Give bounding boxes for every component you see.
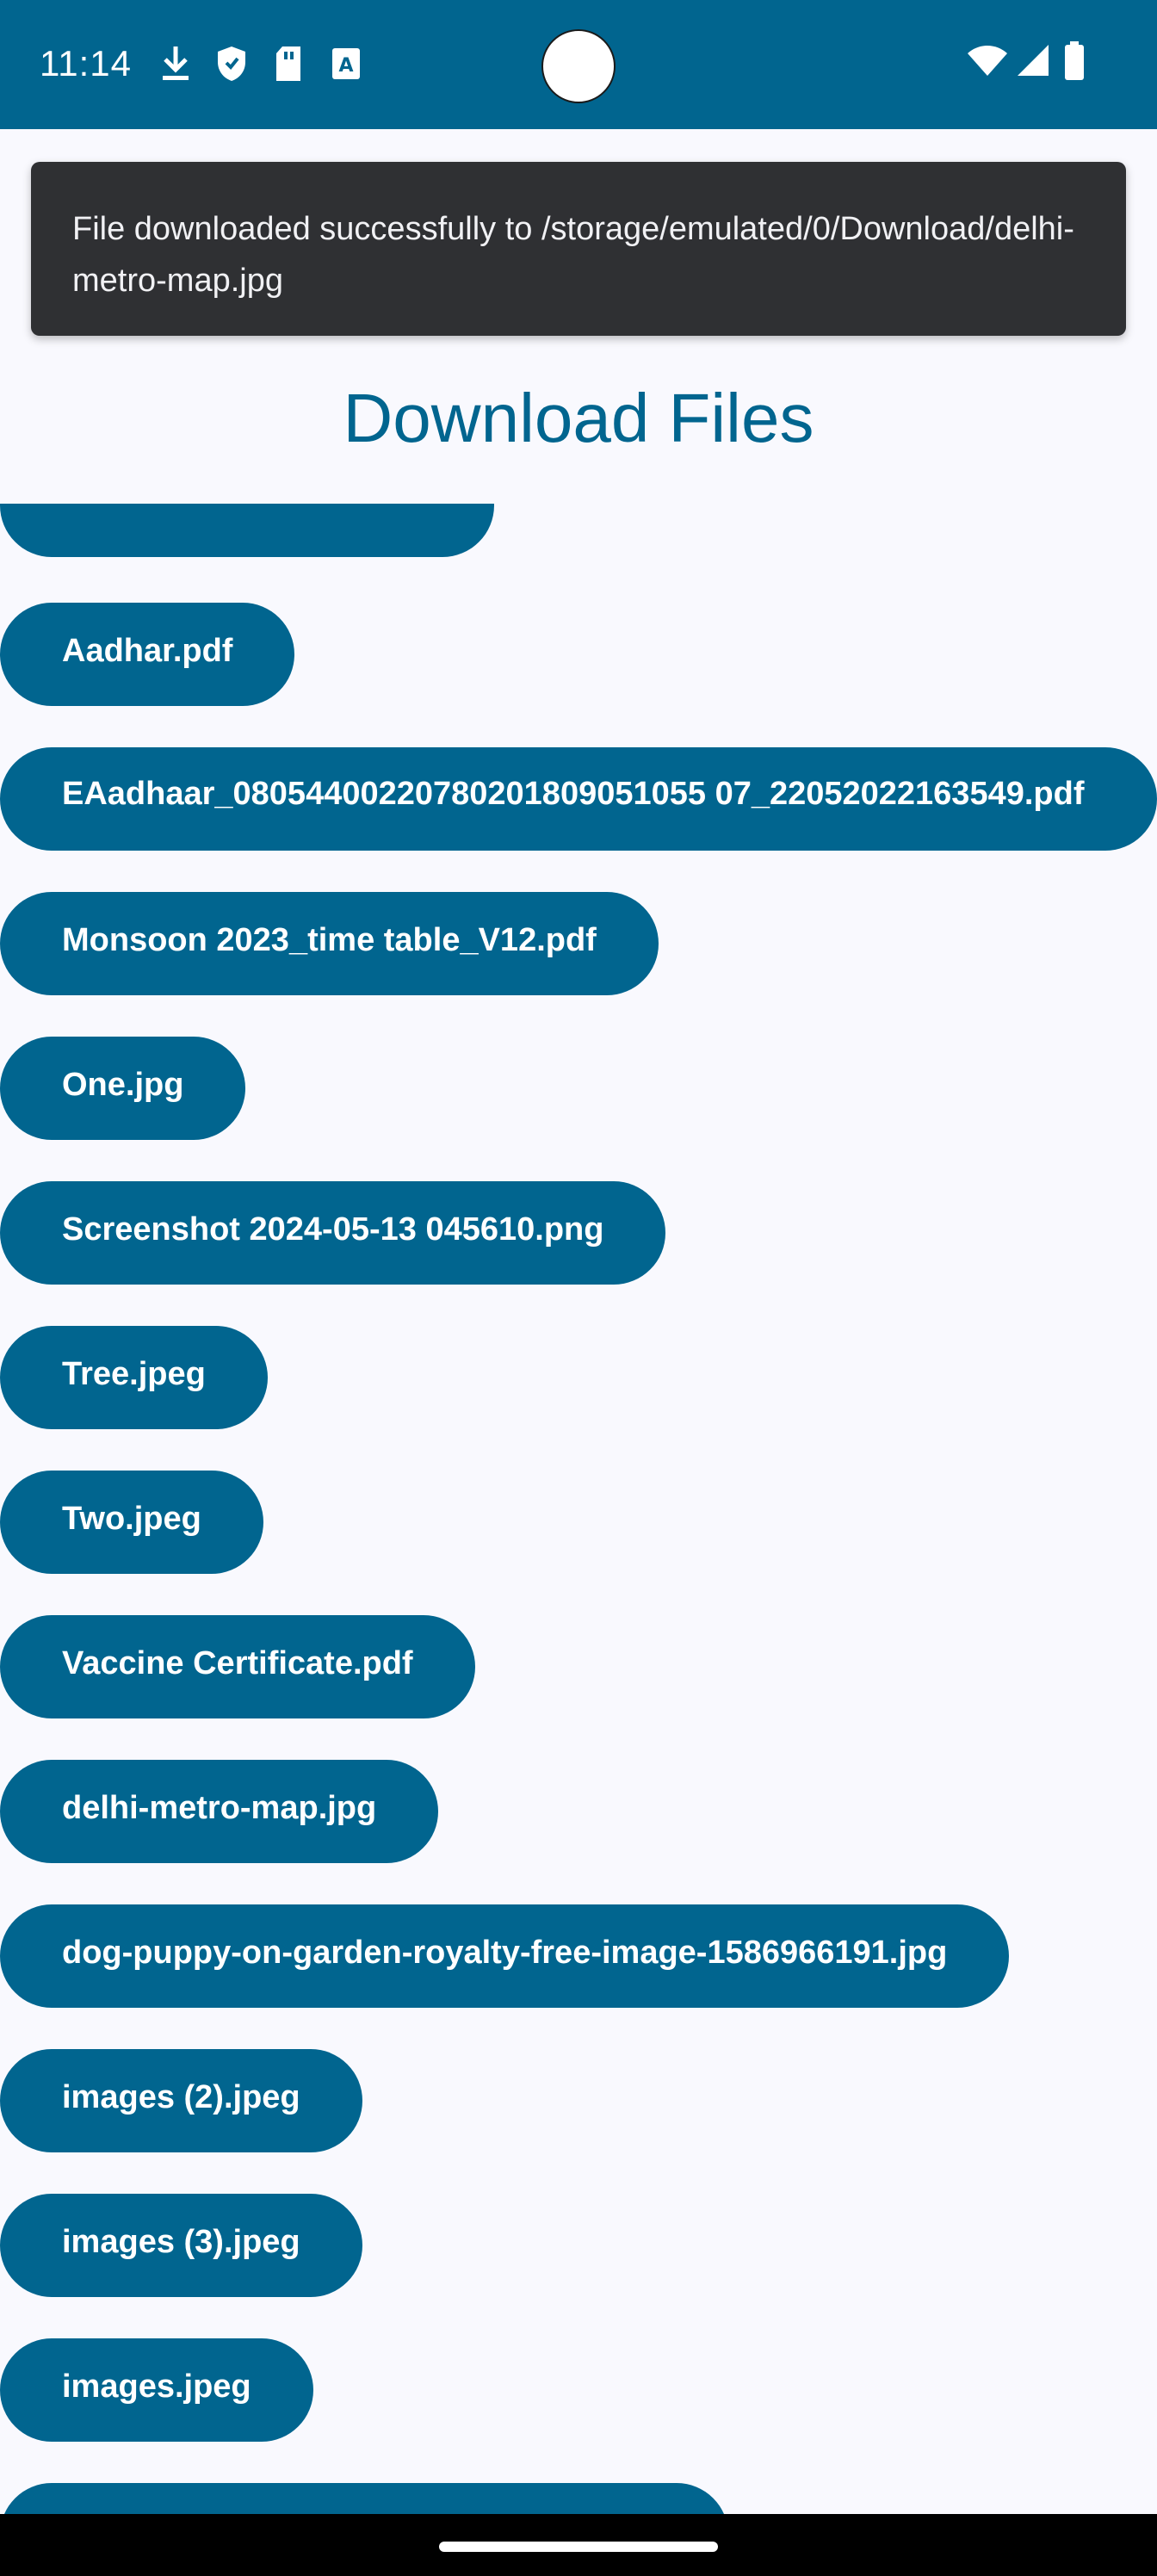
wifi-icon (968, 46, 1007, 76)
file-button[interactable]: Monsoon 2023_time table_V12.pdf (0, 892, 659, 995)
toast-message: File downloaded successfully to /storage… (72, 211, 1074, 299)
file-button[interactable]: dog-puppy-on-garden-royalty-free-image-1… (0, 1904, 1010, 2008)
signal-icon (1018, 45, 1049, 76)
home-gesture-handle[interactable] (439, 2542, 718, 2552)
file-button[interactable]: Aadhar.pdf (0, 603, 295, 706)
status-bar: 11:14 A (0, 0, 1157, 129)
status-time: 11:14 (40, 43, 132, 84)
page-title: Download Files (343, 380, 814, 456)
shield-icon (218, 46, 245, 81)
font-a-icon: A (332, 48, 360, 79)
file-list[interactable]: Aadhar.pdf EAadhaar_08054400220780201809… (0, 504, 1157, 2514)
svg-text:A: A (338, 55, 353, 77)
download-icon (163, 46, 189, 80)
file-button[interactable]: EAadhaar_08054400220780201809051055 07_2… (0, 747, 1157, 851)
sd-card-icon (276, 46, 300, 81)
file-button[interactable]: Two.jpeg (0, 1471, 263, 1574)
file-button[interactable]: Vaccine Certificate.pdf (0, 1615, 475, 1718)
file-button[interactable]: One.jpg (0, 1037, 246, 1140)
file-button[interactable]: images (2).jpeg (0, 2049, 362, 2152)
battery-icon (1065, 41, 1084, 80)
file-button-partial-top[interactable] (0, 504, 494, 557)
download-toast: File downloaded successfully to /storage… (31, 162, 1126, 336)
file-button[interactable]: Screenshot 2024-05-13 045610.png (0, 1181, 666, 1285)
camera-cutout (541, 29, 616, 103)
file-button[interactable]: images.jpeg (0, 2338, 313, 2442)
file-button[interactable]: Tree.jpeg (0, 1326, 268, 1429)
file-button[interactable]: delhi-metro-map.jpg (0, 1760, 439, 1863)
file-button[interactable]: images (3).jpeg (0, 2194, 362, 2297)
file-button-partial-bottom[interactable] (0, 2483, 728, 2514)
